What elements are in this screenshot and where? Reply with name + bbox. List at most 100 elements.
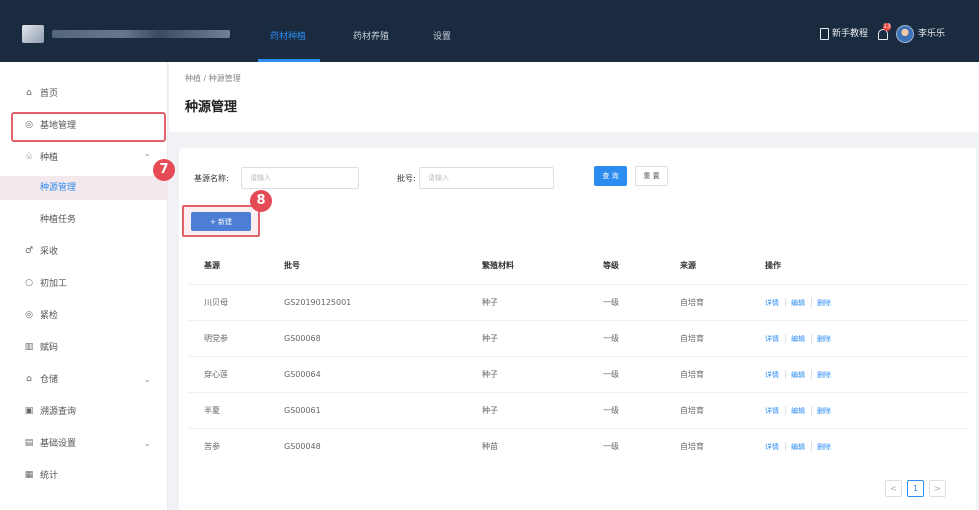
tutorial-link[interactable]: 新手教程 <box>832 28 868 40</box>
cell-source: 川贝母 <box>204 298 228 307</box>
sidebar-item-label: 溯源查询 <box>40 407 77 417</box>
warehouse-icon: ⌂ <box>26 374 32 384</box>
batch-field[interactable] <box>419 167 554 189</box>
sidebar-item-harvest[interactable]: ♂ 采收 <box>0 240 167 264</box>
col-material: 繁殖材料 <box>482 261 514 270</box>
edit-link[interactable]: 编辑 <box>791 442 805 452</box>
col-source: 基源 <box>204 261 220 270</box>
pagination-page[interactable]: 1 <box>907 480 924 497</box>
cell-material: 种子 <box>482 334 498 343</box>
tab-herb-breeding[interactable]: 药材养殖 <box>353 32 389 42</box>
cell-material: 种子 <box>482 370 498 379</box>
tab-settings[interactable]: 设置 <box>433 32 451 42</box>
edit-link[interactable]: 编辑 <box>791 298 805 308</box>
cell-grade: 一级 <box>603 334 619 343</box>
edit-link[interactable]: 编辑 <box>791 370 805 380</box>
delete-link[interactable]: 删除 <box>817 406 831 416</box>
sidebar-item-planting-task[interactable]: 种植任务 <box>0 208 167 232</box>
username[interactable]: 李乐乐 <box>918 28 945 40</box>
barcode-icon: ▥ <box>24 342 34 352</box>
col-actions: 操作 <box>765 261 781 270</box>
trace-icon: ▣ <box>24 406 34 416</box>
reset-button[interactable]: 重 置 <box>635 166 668 186</box>
logo-icon[interactable] <box>22 25 44 43</box>
sidebar-item-processing[interactable]: ○ 初加工 <box>0 272 167 296</box>
home-icon: ⌂ <box>26 88 32 98</box>
cell-source: 明党参 <box>204 334 228 343</box>
sidebar-item-label: 统计 <box>40 471 59 481</box>
stats-icon: ▦ <box>24 470 34 480</box>
pagination-next[interactable]: > <box>929 480 946 497</box>
sidebar-item-coding[interactable]: ▥ 赋码 <box>0 336 167 360</box>
sidebar-item-label: 种源管理 <box>40 183 77 193</box>
table-row: 穿心莲 GS00064 种子 一级 自培育 详情 编辑 删除 <box>187 356 967 392</box>
detail-link[interactable]: 详情 <box>765 298 779 308</box>
detail-link[interactable]: 详情 <box>765 442 779 452</box>
sidebar-item-label: 仓储 <box>40 375 59 385</box>
delete-link[interactable]: 删除 <box>817 298 831 308</box>
breadcrumb[interactable]: 种植 / 种源管理 <box>185 74 241 84</box>
table-row: 明党参 GS00068 种子 一级 自培育 详情 编辑 删除 <box>187 320 967 356</box>
notification-badge: 13 <box>883 23 891 31</box>
document-icon[interactable] <box>820 28 829 40</box>
step-highlight-box: + 新建 <box>182 205 260 237</box>
top-navbar: 药材种植 药材养殖 设置 新手教程 13 李乐乐 <box>0 0 979 62</box>
divider <box>785 406 786 415</box>
cell-grade: 一级 <box>603 298 619 307</box>
base-name-label: 基源名称: <box>194 174 229 183</box>
divider <box>811 442 812 451</box>
col-origin: 来源 <box>680 261 696 270</box>
new-button[interactable]: + 新建 <box>191 212 251 231</box>
sidebar-item-statistics[interactable]: ▦ 统计 <box>0 464 167 488</box>
delete-link[interactable]: 删除 <box>817 334 831 344</box>
detail-link[interactable]: 详情 <box>765 370 779 380</box>
cell-material: 种子 <box>482 298 498 307</box>
edit-link[interactable]: 编辑 <box>791 334 805 344</box>
cell-origin: 自培育 <box>680 370 704 379</box>
sidebar-item-label: 种植任务 <box>40 215 77 225</box>
step-badge-7: 7 <box>153 159 175 181</box>
base-name-input[interactable] <box>242 168 358 188</box>
delete-link[interactable]: 删除 <box>817 370 831 380</box>
cell-source: 穿心莲 <box>204 370 228 379</box>
table-header: 基源 批号 繁殖材料 等级 来源 操作 <box>187 248 967 284</box>
divider <box>785 370 786 379</box>
sidebar-item-label: 紧检 <box>40 311 59 321</box>
query-button[interactable]: 查 询 <box>594 166 627 186</box>
batch-label: 批号: <box>397 174 416 183</box>
tab-herb-planting[interactable]: 药材种植 <box>270 32 306 42</box>
delete-link[interactable]: 删除 <box>817 442 831 452</box>
sidebar-item-warehouse[interactable]: ⌂ 仓储 ⌄ <box>0 368 167 392</box>
cell-batch: GS00064 <box>284 370 321 379</box>
chevron-down-icon: ⌄ <box>144 375 151 384</box>
divider <box>785 298 786 307</box>
settings-icon: ▤ <box>24 438 34 448</box>
avatar[interactable] <box>896 25 914 43</box>
app-title-logo <box>52 30 230 38</box>
table-row: 川贝母 GS20190125001 种子 一级 自培育 详情 编辑 删除 <box>187 284 967 320</box>
inspect-icon: ◎ <box>25 310 33 320</box>
cell-origin: 自培育 <box>680 406 704 415</box>
edit-link[interactable]: 编辑 <box>791 406 805 416</box>
detail-link[interactable]: 详情 <box>765 406 779 416</box>
cell-source: 苦参 <box>204 442 220 451</box>
sidebar-item-basic-settings[interactable]: ▤ 基础设置 ⌄ <box>0 432 167 456</box>
pagination-prev[interactable]: < <box>885 480 902 497</box>
batch-input[interactable] <box>420 168 553 188</box>
divider <box>811 406 812 415</box>
page-header: 种植 / 种源管理 种源管理 <box>169 62 979 132</box>
page-title: 种源管理 <box>185 100 238 115</box>
sidebar-item-inspection[interactable]: ◎ 紧检 <box>0 304 167 328</box>
sidebar-item-home[interactable]: ⌂ 首页 <box>0 82 167 106</box>
sidebar-item-planting[interactable]: ♧ 种植 ⌃ <box>0 146 167 170</box>
sidebar-item-seed-source[interactable]: 种源管理 <box>0 176 167 200</box>
step-badge-8: 8 <box>250 190 272 212</box>
sidebar-item-trace-query[interactable]: ▣ 溯源查询 <box>0 400 167 424</box>
cell-origin: 自培育 <box>680 298 704 307</box>
col-grade: 等级 <box>603 261 619 270</box>
detail-link[interactable]: 详情 <box>765 334 779 344</box>
harvest-icon: ♂ <box>24 246 34 256</box>
chevron-up-icon: ⌃ <box>144 153 151 162</box>
divider <box>785 442 786 451</box>
base-name-field[interactable] <box>241 167 359 189</box>
